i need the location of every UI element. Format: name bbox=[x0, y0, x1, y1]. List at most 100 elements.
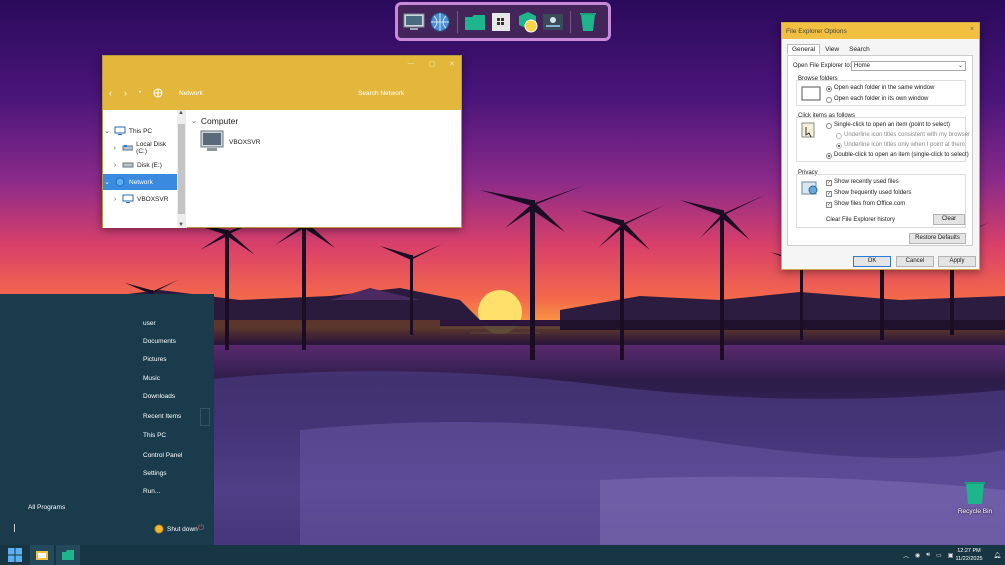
tree-item-this-pc[interactable]: ⌄ This PC bbox=[103, 123, 177, 139]
chevron-up-icon[interactable]: ︿ bbox=[903, 551, 909, 560]
cancel-button[interactable]: Cancel bbox=[896, 256, 934, 267]
privacy-icon bbox=[801, 181, 818, 195]
underline-point-label: Underline icon titles only when I point … bbox=[844, 142, 965, 148]
apply-button[interactable]: Apply bbox=[938, 256, 976, 267]
start-item-control-panel[interactable]: Control Panel bbox=[143, 452, 182, 459]
dialog-titlebar[interactable]: File Explorer Options × bbox=[782, 23, 979, 39]
address-bar[interactable]: Network bbox=[179, 90, 203, 97]
forward-arrow-icon[interactable]: › bbox=[124, 88, 127, 98]
own-window-label: Open each folder in its own window bbox=[834, 96, 929, 102]
start-item-user[interactable]: user bbox=[143, 320, 156, 327]
tree-item-disk-e[interactable]: › Disk (E:) bbox=[103, 157, 177, 173]
start-item-run[interactable]: Run... bbox=[143, 488, 160, 495]
shut-down-button[interactable]: Shut down bbox=[154, 524, 198, 534]
chevron-down-icon: ⌄ bbox=[191, 118, 197, 125]
dock-separator bbox=[457, 10, 458, 33]
dock-this-pc[interactable] bbox=[402, 9, 426, 35]
underline-browser-radio[interactable] bbox=[836, 133, 842, 139]
dock-recycle-bin[interactable] bbox=[576, 9, 600, 35]
minimize-icon[interactable]: — bbox=[408, 60, 415, 68]
navigation-pane: ⌄ This PC › Local Disk (C:) › Disk (E:) … bbox=[103, 110, 187, 228]
taskbar-clock[interactable]: 12:27 PM 11/22/2025 bbox=[954, 547, 984, 563]
maximize-icon[interactable]: ▢ bbox=[429, 60, 436, 68]
close-icon[interactable]: × bbox=[970, 26, 974, 33]
display-icon[interactable]: ▣ bbox=[948, 552, 954, 559]
tree-item-vboxsvr[interactable]: › VBOXSVR bbox=[103, 191, 177, 207]
recent-files-checkbox[interactable]: ✓ bbox=[826, 180, 832, 186]
start-button[interactable] bbox=[3, 545, 27, 565]
tree-item-label: Local Disk (C:) bbox=[136, 141, 167, 155]
single-click-radio[interactable] bbox=[826, 123, 832, 129]
tab-view[interactable]: View bbox=[820, 44, 844, 55]
chevron-down-icon[interactable]: ⌄ bbox=[103, 178, 111, 186]
start-item-recent-items[interactable]: Recent Items bbox=[143, 413, 181, 420]
network-computer-item[interactable]: VBOXSVR bbox=[199, 130, 260, 154]
clear-history-button[interactable]: Clear bbox=[933, 214, 965, 225]
dock-control-panel[interactable] bbox=[541, 9, 565, 35]
general-tab-panel: Open File Explorer to: Home ⌄ Browse fol… bbox=[787, 55, 973, 246]
top-dock bbox=[395, 2, 611, 41]
explorer-titlebar[interactable]: — ▢ ✕ ‹ › • Network Search Network bbox=[103, 56, 461, 110]
taskbar: ︿ ◉ 🔊︎ ▭ ▣ 🔔︎ 12:27 PM 11/22/2025 bbox=[0, 545, 1005, 565]
start-item-pictures[interactable]: Pictures bbox=[143, 356, 166, 363]
dock-settings[interactable] bbox=[489, 9, 513, 35]
drive-icon bbox=[122, 162, 134, 168]
same-window-radio[interactable] bbox=[826, 86, 832, 92]
click-items-group: Single-click to open an item (point to s… bbox=[796, 117, 970, 162]
taskbar-options-app[interactable] bbox=[30, 545, 54, 565]
dock-media[interactable] bbox=[515, 9, 539, 35]
desktop-recycle-bin[interactable]: Recycle Bin bbox=[957, 480, 993, 515]
start-search-cursor[interactable] bbox=[14, 524, 15, 532]
open-to-select[interactable]: Home ⌄ bbox=[851, 61, 966, 71]
recent-items-submenu-indicator[interactable] bbox=[200, 408, 210, 426]
tree-item-label: VBOXSVR bbox=[137, 195, 169, 203]
start-item-music[interactable]: Music bbox=[143, 375, 160, 382]
volume-icon[interactable]: 🔊︎ bbox=[926, 552, 930, 559]
chevron-down-icon[interactable]: ⌄ bbox=[103, 127, 111, 135]
tab-search[interactable]: Search bbox=[844, 44, 875, 55]
start-item-settings[interactable]: Settings bbox=[143, 470, 167, 477]
network-icon bbox=[115, 177, 125, 187]
group-header[interactable]: ⌄ Computer bbox=[191, 116, 238, 126]
close-icon[interactable]: ✕ bbox=[449, 60, 455, 68]
shut-down-label: Shut down bbox=[167, 525, 198, 533]
group-header-label: Computer bbox=[200, 116, 239, 126]
tree-scrollbar[interactable]: ▲ ▼ bbox=[177, 110, 186, 228]
scroll-up-arrow-icon[interactable]: ▲ bbox=[178, 110, 184, 116]
chevron-right-icon[interactable]: › bbox=[111, 196, 119, 203]
own-window-radio[interactable] bbox=[826, 97, 832, 103]
double-click-radio[interactable] bbox=[826, 153, 832, 159]
file-explorer-window: — ▢ ✕ ‹ › • Network Search Network ⌄ Thi… bbox=[102, 55, 462, 228]
start-item-downloads[interactable]: Downloads bbox=[143, 393, 175, 400]
dock-file-explorer[interactable] bbox=[463, 9, 487, 35]
tree-item-local-disk[interactable]: › Local Disk (C:) bbox=[103, 140, 177, 156]
power-icon[interactable]: ⏻ bbox=[198, 523, 204, 533]
back-arrow-icon[interactable]: ‹ bbox=[109, 88, 112, 98]
start-item-this-pc[interactable]: This PC bbox=[143, 432, 166, 439]
same-window-label: Open each folder in the same window bbox=[834, 85, 935, 91]
chevron-right-icon[interactable]: › bbox=[111, 162, 119, 169]
notification-bell-icon[interactable]: 🔔︎ bbox=[993, 552, 1001, 559]
battery-icon[interactable]: ▭ bbox=[936, 552, 942, 559]
up-dot-icon[interactable]: • bbox=[139, 90, 141, 96]
tree-item-network[interactable]: ⌄ Network bbox=[103, 174, 177, 190]
tab-general[interactable]: General bbox=[787, 44, 821, 55]
underline-browser-label: Underline icon titles consistent with my… bbox=[844, 132, 971, 138]
dock-network[interactable] bbox=[428, 9, 452, 35]
control-panel-icon bbox=[543, 13, 563, 30]
restore-defaults-button[interactable]: Restore Defaults bbox=[909, 233, 966, 244]
search-box[interactable]: Search Network bbox=[358, 90, 404, 97]
taskbar-file-explorer[interactable] bbox=[56, 545, 80, 565]
chevron-right-icon[interactable]: › bbox=[111, 145, 119, 152]
office-files-checkbox[interactable]: ✓ bbox=[826, 202, 832, 208]
frequent-folders-checkbox[interactable]: ✓ bbox=[826, 191, 832, 197]
computer-icon bbox=[200, 130, 224, 151]
scrollbar-thumb[interactable] bbox=[178, 124, 185, 214]
all-programs-button[interactable]: All Programs bbox=[28, 504, 65, 511]
start-item-documents[interactable]: Documents bbox=[143, 338, 176, 345]
windows-tile-icon bbox=[492, 12, 510, 31]
scroll-down-arrow-icon[interactable]: ▼ bbox=[178, 222, 184, 228]
network-status-icon[interactable]: ◉ bbox=[915, 552, 920, 559]
underline-point-radio[interactable] bbox=[836, 143, 842, 149]
ok-button[interactable]: OK bbox=[853, 256, 891, 267]
